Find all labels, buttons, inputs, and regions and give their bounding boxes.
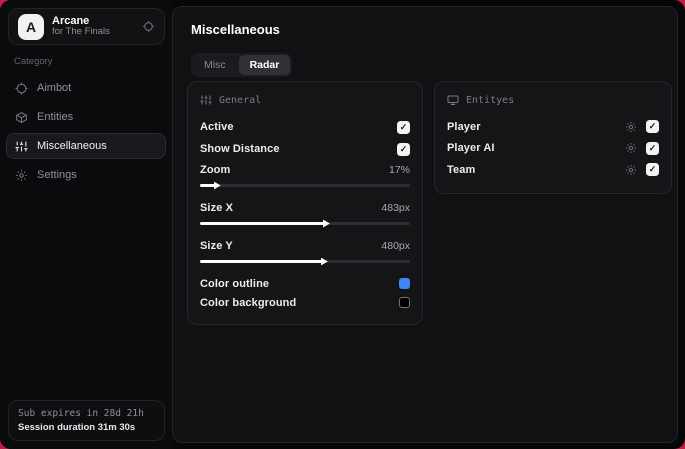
entities-card: Entityes Player P — [434, 81, 672, 194]
main-panel: Miscellaneous Misc Radar General Active … — [172, 6, 678, 443]
sidebar-item-miscellaneous[interactable]: Miscellaneous — [6, 133, 166, 159]
team-checkbox[interactable] — [646, 163, 659, 177]
sidebar-item-entities[interactable]: Entities — [6, 104, 166, 130]
entity-label: Team — [447, 163, 476, 176]
zoom-value: 17% — [388, 164, 410, 176]
subscription-info-card: Sub expires in 28d 21h Session duration … — [8, 400, 165, 441]
sidebar-item-label: Entities — [37, 111, 74, 123]
entity-label: Player AI — [447, 142, 495, 155]
active-checkbox[interactable] — [397, 120, 410, 134]
tab-radar[interactable]: Radar — [238, 55, 291, 75]
setting-label: Size X — [200, 202, 234, 214]
sidebar: A Arcane for The Finals Category Aimbot — [0, 0, 172, 449]
setting-label: Size Y — [200, 240, 233, 252]
setting-label: Show Distance — [200, 143, 280, 155]
slider-fill — [200, 184, 215, 187]
setting-row-size-y: Size Y 480px — [200, 236, 410, 256]
sliders-icon — [15, 140, 28, 153]
size-x-slider[interactable] — [200, 219, 410, 228]
entity-row-team: Team — [447, 159, 659, 181]
sidebar-item-aimbot[interactable]: Aimbot — [6, 75, 166, 101]
session-duration-text: Session duration 31m 30s — [18, 422, 136, 433]
entity-controls — [625, 120, 659, 134]
general-card-header: General — [200, 94, 410, 106]
entities-card-title: Entityes — [466, 94, 515, 106]
entity-row-player: Player — [447, 116, 659, 138]
setting-row-color-background: Color background — [200, 293, 410, 312]
entities-card-header: Entityes — [447, 94, 659, 106]
setting-row-zoom: Zoom 17% — [200, 160, 410, 180]
slider-thumb[interactable] — [320, 257, 328, 266]
entity-gear-icon[interactable] — [625, 142, 637, 154]
sidebar-nav: Aimbot Entities Miscellaneous Settings — [0, 72, 172, 191]
app-window: A Arcane for The Finals Category Aimbot — [0, 0, 685, 449]
crosshair-icon — [15, 82, 28, 95]
entity-row-player-ai: Player AI — [447, 138, 659, 160]
cards-container: General Active Show Distance Zoom 17% — [187, 81, 672, 325]
setting-row-size-x: Size X 483px — [200, 198, 410, 218]
sidebar-item-label: Settings — [37, 169, 77, 181]
page-title: Miscellaneous — [191, 22, 280, 37]
size-y-value: 480px — [381, 240, 410, 252]
app-header-card: A Arcane for The Finals — [8, 8, 165, 45]
cube-icon — [15, 111, 28, 124]
zoom-slider[interactable] — [200, 181, 410, 190]
entity-gear-icon[interactable] — [625, 164, 637, 176]
entity-gear-icon[interactable] — [625, 121, 637, 133]
app-subtitle: for The Finals — [52, 26, 110, 38]
color-background-swatch[interactable] — [399, 297, 410, 308]
sliders-small-icon — [200, 94, 212, 106]
entity-label: Player — [447, 120, 481, 133]
setting-row-show-distance: Show Distance — [200, 138, 410, 160]
size-y-slider[interactable] — [200, 257, 410, 266]
setting-label: Zoom — [200, 164, 231, 176]
player-checkbox[interactable] — [646, 120, 659, 134]
setting-label: Active — [200, 121, 234, 133]
entity-controls — [625, 163, 659, 177]
slider-fill — [200, 222, 324, 225]
setting-label: Color background — [200, 296, 297, 309]
sidebar-item-label: Aimbot — [37, 82, 72, 94]
category-label: Category — [14, 56, 53, 67]
gear-icon — [15, 169, 28, 182]
app-logo: A — [18, 13, 44, 40]
tab-misc[interactable]: Misc — [193, 55, 237, 75]
sub-expires-text: Sub expires in 28d 21h — [18, 408, 144, 419]
slider-fill — [200, 260, 322, 263]
crosshair-settings-icon[interactable] — [142, 20, 155, 33]
setting-label: Color outline — [200, 277, 270, 290]
general-card: General Active Show Distance Zoom 17% — [187, 81, 423, 325]
show-distance-checkbox[interactable] — [397, 142, 410, 156]
app-names: Arcane for The Finals — [52, 15, 110, 39]
general-card-title: General — [219, 94, 262, 106]
size-x-value: 483px — [381, 202, 410, 214]
slider-thumb[interactable] — [213, 181, 221, 190]
color-outline-swatch[interactable] — [399, 278, 410, 289]
monitor-icon — [447, 94, 459, 106]
setting-row-color-outline: Color outline — [200, 274, 410, 293]
setting-row-active: Active — [200, 116, 410, 138]
sidebar-item-label: Miscellaneous — [37, 140, 107, 152]
player-ai-checkbox[interactable] — [646, 141, 659, 155]
slider-thumb[interactable] — [322, 219, 330, 228]
entity-controls — [625, 141, 659, 155]
tab-group: Misc Radar — [191, 53, 293, 77]
sidebar-item-settings[interactable]: Settings — [6, 162, 166, 188]
